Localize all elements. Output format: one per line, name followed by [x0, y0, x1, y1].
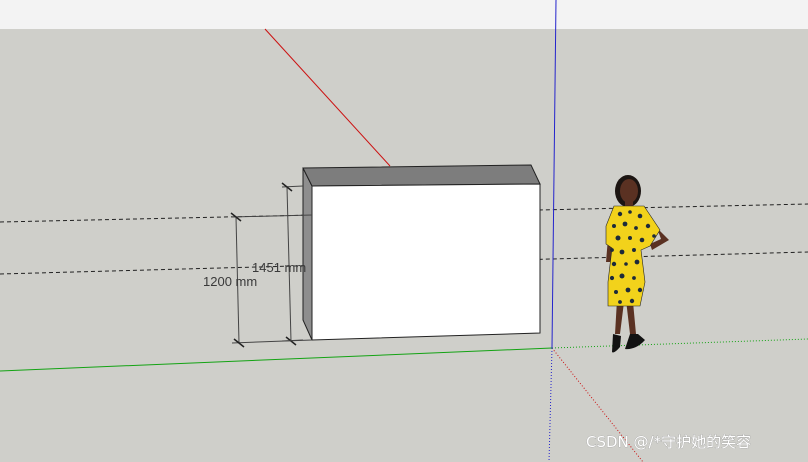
dimension-1451[interactable]: 1451 mm: [252, 182, 306, 346]
dimension-1200[interactable]: 1200 mm: [203, 212, 313, 348]
blue-axis: [551, 0, 557, 349]
figure-head: [620, 179, 638, 203]
sketchup-viewport[interactable]: 1451 mm 1200 mm CSDN @/*守护她的笑容: [0, 0, 808, 462]
extension-line: [231, 214, 313, 218]
human-figure[interactable]: [605, 175, 669, 353]
green-axis-negative: [551, 338, 808, 349]
box-model[interactable]: [302, 164, 541, 341]
model-scene[interactable]: 1451 mm 1200 mm CSDN @/*守护她的笑容: [0, 0, 808, 462]
dimension-label-1451: 1451 mm: [252, 260, 306, 275]
box-top-face[interactable]: [302, 164, 541, 187]
extension-line: [231, 339, 313, 344]
box-left-face[interactable]: [302, 167, 313, 341]
blue-axis-negative: [548, 347, 553, 462]
box-front-face[interactable]: [311, 183, 541, 341]
dimension-label-1200: 1200 mm: [203, 274, 257, 289]
watermark-text: CSDN @/*守护她的笑容: [586, 433, 751, 451]
green-axis: [0, 347, 553, 372]
red-axis: [264, 28, 391, 167]
figure-shoes: [612, 334, 645, 353]
